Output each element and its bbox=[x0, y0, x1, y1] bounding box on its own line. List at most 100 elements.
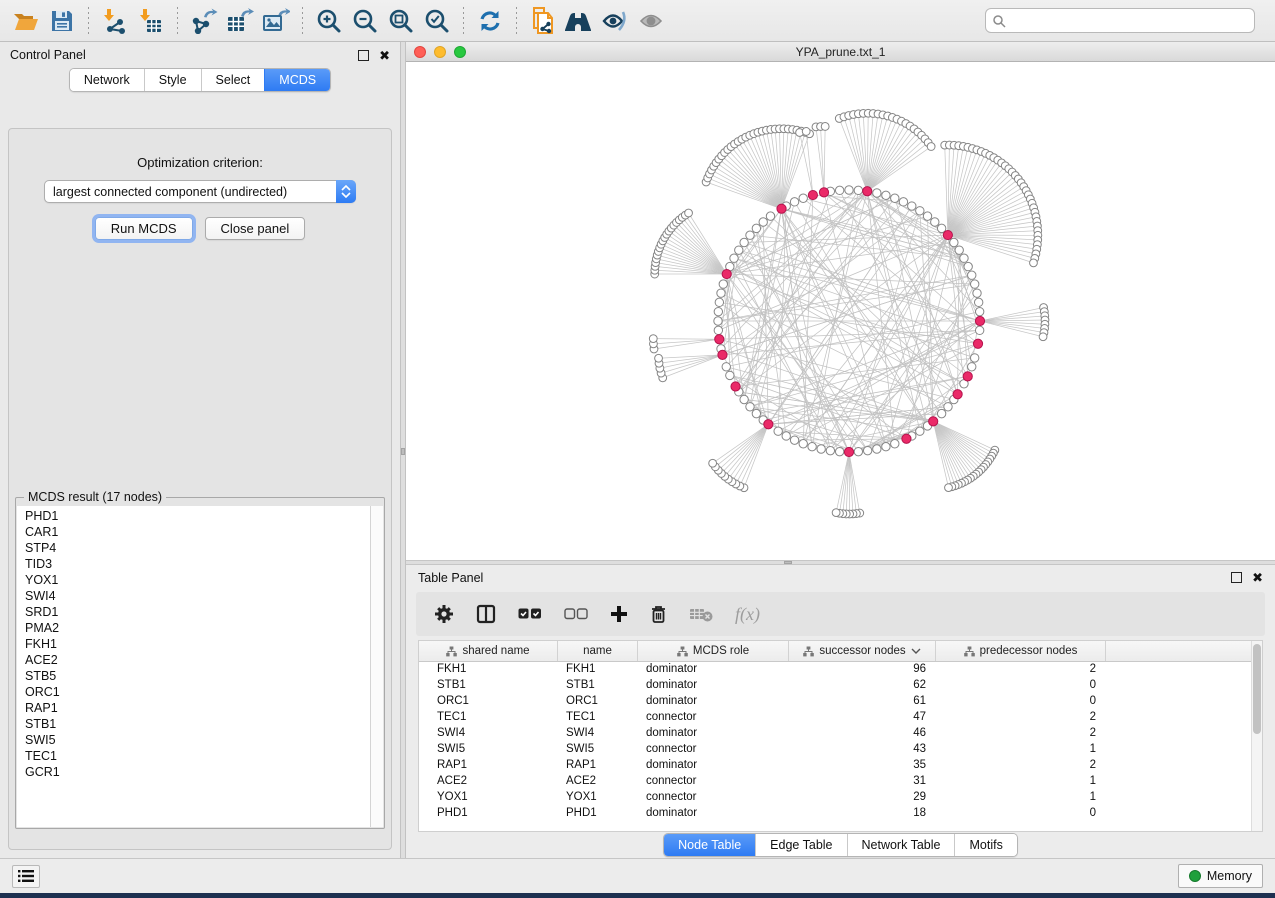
export-table-button[interactable] bbox=[222, 5, 258, 37]
graph-node[interactable] bbox=[975, 307, 983, 315]
table-row[interactable]: YOX1YOX1connector291 bbox=[419, 790, 1251, 806]
mcds-result-item[interactable]: TID3 bbox=[25, 556, 370, 572]
graph-node[interactable] bbox=[826, 446, 834, 454]
graph-mcds-node[interactable] bbox=[953, 390, 962, 399]
graph-node[interactable] bbox=[968, 363, 976, 371]
graph-leaf-node[interactable] bbox=[655, 354, 663, 362]
add-column-button[interactable] bbox=[610, 605, 628, 623]
graph-node[interactable] bbox=[746, 403, 754, 411]
mcds-result-item[interactable]: ACE2 bbox=[25, 652, 370, 668]
graph-node[interactable] bbox=[714, 326, 722, 334]
horizontal-splitter[interactable] bbox=[406, 560, 1275, 565]
graph-mcds-node[interactable] bbox=[808, 190, 817, 199]
graph-node[interactable] bbox=[973, 289, 981, 297]
graph-node[interactable] bbox=[974, 298, 982, 306]
graph-node[interactable] bbox=[726, 371, 734, 379]
table-row[interactable]: STB1STB1dominator620 bbox=[419, 678, 1251, 694]
column-header[interactable]: shared name bbox=[419, 641, 558, 661]
column-header[interactable]: successor nodes bbox=[789, 641, 936, 661]
table-row[interactable]: PHD1PHD1dominator180 bbox=[419, 806, 1251, 822]
float-panel-icon[interactable] bbox=[358, 50, 369, 61]
graph-node[interactable] bbox=[752, 224, 760, 232]
graph-mcds-node[interactable] bbox=[902, 434, 911, 443]
graph-mcds-node[interactable] bbox=[722, 269, 731, 278]
column-header[interactable]: MCDS role bbox=[638, 641, 789, 661]
graph-mcds-node[interactable] bbox=[819, 188, 828, 197]
graph-node[interactable] bbox=[835, 186, 843, 194]
graph-node[interactable] bbox=[714, 317, 722, 325]
graph-node[interactable] bbox=[970, 280, 978, 288]
delete-column-button[interactable] bbox=[650, 604, 667, 624]
graph-node[interactable] bbox=[863, 446, 871, 454]
network-canvas[interactable] bbox=[406, 62, 1275, 560]
graph-node[interactable] bbox=[752, 409, 760, 417]
function-builder-button[interactable]: f(x) bbox=[735, 604, 760, 625]
graph-node[interactable] bbox=[799, 440, 807, 448]
mcds-result-item[interactable]: RAP1 bbox=[25, 700, 370, 716]
mcds-result-item[interactable]: YOX1 bbox=[25, 572, 370, 588]
show-all-button[interactable] bbox=[633, 5, 669, 37]
import-network-button[interactable] bbox=[97, 5, 133, 37]
float-table-panel-icon[interactable] bbox=[1231, 572, 1242, 583]
graph-leaf-node[interactable] bbox=[821, 123, 829, 131]
graph-node[interactable] bbox=[931, 218, 939, 226]
mcds-result-item[interactable]: SWI4 bbox=[25, 588, 370, 604]
graph-node[interactable] bbox=[808, 442, 816, 450]
zoom-fit-button[interactable] bbox=[383, 5, 419, 37]
search-input[interactable] bbox=[1006, 14, 1248, 28]
tab-network-table[interactable]: Network Table bbox=[847, 834, 955, 856]
graph-node[interactable] bbox=[937, 409, 945, 417]
graph-node[interactable] bbox=[719, 280, 727, 288]
table-settings-button[interactable] bbox=[434, 604, 454, 624]
graph-node[interactable] bbox=[964, 262, 972, 270]
graph-node[interactable] bbox=[746, 231, 754, 239]
graph-leaf-node[interactable] bbox=[832, 509, 840, 517]
graph-node[interactable] bbox=[717, 289, 725, 297]
tab-mcds[interactable]: MCDS bbox=[264, 69, 330, 91]
mcds-result-item[interactable]: ORC1 bbox=[25, 684, 370, 700]
mcds-result-item[interactable]: STB1 bbox=[25, 716, 370, 732]
column-header[interactable]: predecessor nodes bbox=[936, 641, 1106, 661]
table-row[interactable]: TEC1TEC1connector472 bbox=[419, 710, 1251, 726]
graph-node[interactable] bbox=[790, 436, 798, 444]
graph-node[interactable] bbox=[944, 403, 952, 411]
close-panel-button[interactable]: Close panel bbox=[205, 217, 306, 240]
tab-edge-table[interactable]: Edge Table bbox=[755, 834, 846, 856]
mcds-result-item[interactable]: TEC1 bbox=[25, 748, 370, 764]
mcds-result-item[interactable]: PMA2 bbox=[25, 620, 370, 636]
graph-leaf-node[interactable] bbox=[1030, 259, 1038, 267]
graph-leaf-node[interactable] bbox=[802, 128, 810, 136]
graph-node[interactable] bbox=[730, 254, 738, 262]
tab-style[interactable]: Style bbox=[144, 69, 201, 91]
memory-button[interactable]: Memory bbox=[1178, 864, 1263, 888]
table-row[interactable]: ACE2ACE2connector311 bbox=[419, 774, 1251, 790]
graph-node[interactable] bbox=[854, 447, 862, 455]
graph-node[interactable] bbox=[735, 246, 743, 254]
tab-motifs[interactable]: Motifs bbox=[954, 834, 1016, 856]
graph-node[interactable] bbox=[923, 212, 931, 220]
graph-mcds-node[interactable] bbox=[963, 372, 972, 381]
graph-mcds-node[interactable] bbox=[973, 339, 982, 348]
deselect-all-rows-button[interactable] bbox=[564, 608, 588, 620]
new-network-from-selection-button[interactable] bbox=[525, 5, 561, 37]
graph-mcds-node[interactable] bbox=[777, 204, 786, 213]
graph-node[interactable] bbox=[835, 447, 843, 455]
graph-node[interactable] bbox=[891, 194, 899, 202]
graph-node[interactable] bbox=[968, 271, 976, 279]
graph-node[interactable] bbox=[854, 186, 862, 194]
export-image-button[interactable] bbox=[258, 5, 294, 37]
zoom-in-button[interactable] bbox=[311, 5, 347, 37]
export-network-button[interactable] bbox=[186, 5, 222, 37]
clear-table-button[interactable] bbox=[689, 606, 713, 622]
graph-mcds-node[interactable] bbox=[715, 335, 724, 344]
graph-node[interactable] bbox=[950, 238, 958, 246]
column-visibility-button[interactable] bbox=[476, 604, 496, 624]
task-history-button[interactable] bbox=[12, 865, 40, 888]
open-session-button[interactable] bbox=[8, 5, 44, 37]
graph-node[interactable] bbox=[955, 246, 963, 254]
graph-node[interactable] bbox=[782, 432, 790, 440]
graph-node[interactable] bbox=[899, 198, 907, 206]
graph-mcds-node[interactable] bbox=[929, 417, 938, 426]
graph-mcds-node[interactable] bbox=[943, 230, 952, 239]
column-header[interactable]: name bbox=[558, 641, 638, 661]
